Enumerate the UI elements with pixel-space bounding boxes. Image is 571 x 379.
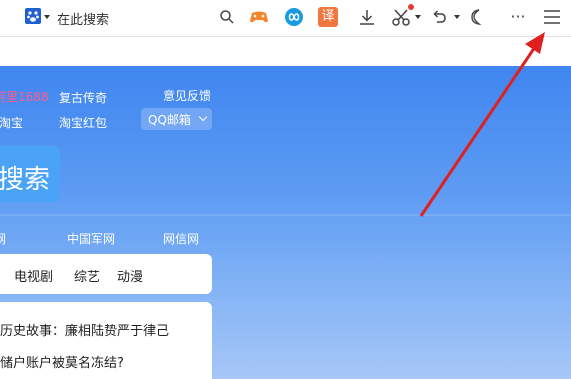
annotation-arrow: [419, 32, 545, 217]
